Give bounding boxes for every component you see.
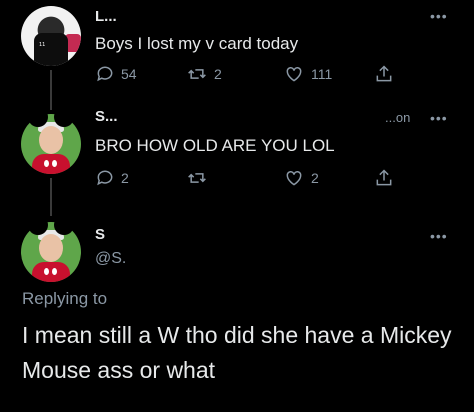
like-count: 2 (311, 170, 319, 186)
avatar[interactable]: 11 (21, 6, 81, 66)
more-options-icon[interactable]: ••• (430, 228, 448, 244)
thread-line (50, 70, 52, 110)
mickey-ear-right (54, 215, 74, 235)
heart-icon (286, 66, 302, 82)
reply-icon (97, 170, 113, 186)
share-icon (376, 65, 392, 82)
reply-button[interactable]: 2 (95, 168, 129, 188)
reply-count: 54 (121, 66, 137, 82)
retweet-icon (188, 69, 206, 79)
avatar-jersey (34, 33, 68, 66)
share-icon (376, 169, 392, 186)
reply-button[interactable]: 54 (95, 64, 137, 84)
mickey-ear-left (28, 107, 48, 127)
author-name[interactable]: L... (95, 8, 117, 25)
more-options-icon[interactable]: ••• (430, 8, 448, 24)
tweet-text: Boys I lost my v card today (95, 34, 299, 53)
avatar-button (44, 160, 49, 167)
avatar-button (44, 268, 49, 275)
retweet-button[interactable] (186, 168, 214, 188)
mickey-ear-left (28, 215, 48, 235)
mickey-ear-right (54, 107, 74, 127)
tweet-text: BRO HOW OLD ARE YOU LOL (95, 136, 335, 155)
avatar-jersey-text: 11 (39, 42, 46, 48)
avatar-face (39, 234, 63, 262)
avatar-button (52, 160, 57, 167)
replying-to-label[interactable]: Replying to (22, 289, 107, 309)
avatar-face (39, 126, 63, 154)
avatar-button (52, 268, 57, 275)
share-button[interactable] (374, 168, 394, 188)
retweet-icon (188, 173, 206, 183)
more-options-icon[interactable]: ••• (430, 110, 448, 126)
share-button[interactable] (374, 64, 394, 84)
like-count: 111 (311, 66, 333, 82)
retweet-button[interactable]: 2 (186, 64, 222, 84)
avatar-body (32, 154, 70, 174)
reply-icon (97, 66, 113, 82)
author-handle[interactable]: @S. (95, 250, 126, 268)
author-name[interactable]: S (95, 226, 105, 243)
like-button[interactable]: 2 (283, 168, 319, 188)
tweet-text: I mean still a W tho did she have a Mick… (22, 322, 452, 383)
author-name[interactable]: S... (95, 108, 118, 125)
thread-line (50, 178, 52, 216)
retweet-count: 2 (214, 66, 222, 82)
avatar-body (32, 262, 70, 282)
reply-count: 2 (121, 170, 129, 186)
heart-icon (286, 170, 302, 186)
handle-fragment: ...on (385, 110, 411, 125)
like-button[interactable]: 111 (283, 64, 332, 84)
